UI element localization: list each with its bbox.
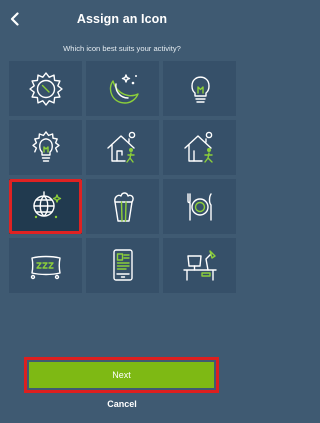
- desk-lamp-icon: [182, 249, 217, 281]
- icon-tile-disco-ball[interactable]: [9, 179, 82, 234]
- sun-icon: [28, 71, 63, 106]
- icon-tile-pillow[interactable]: [9, 238, 82, 293]
- plate-cutlery-icon: [186, 192, 212, 221]
- prompt-text: Which icon best suits your activity?: [63, 44, 181, 53]
- tablet-reading-icon: [112, 248, 133, 281]
- lightbulb-glowing-icon: [31, 130, 60, 162]
- disco-ball-icon: [32, 190, 61, 218]
- next-button-highlight: Next: [24, 357, 219, 393]
- icon-tile-popcorn[interactable]: [86, 179, 159, 234]
- icon-tile-house-arrive[interactable]: [86, 120, 159, 175]
- icon-tile-plate[interactable]: [163, 179, 236, 234]
- icon-tile-tablet[interactable]: [86, 238, 159, 293]
- moon-stars-icon: [109, 73, 139, 104]
- icon-tile-lightbulb[interactable]: [163, 61, 236, 116]
- page-title: Assign an Icon: [76, 12, 168, 26]
- icon-tile-desk[interactable]: [163, 238, 236, 293]
- house-arrive-icon: [106, 131, 135, 163]
- icon-tile-lightbulb-glow[interactable]: [9, 120, 82, 175]
- header: Assign an Icon: [0, 0, 244, 40]
- house-leave-icon: [183, 131, 213, 163]
- icon-tile-sun[interactable]: [9, 61, 82, 116]
- popcorn-icon: [113, 191, 134, 222]
- icon-grid: [9, 61, 236, 293]
- icon-tile-moon[interactable]: [86, 61, 159, 116]
- pillow-sleep-icon: [30, 255, 61, 279]
- icon-tile-house-leave[interactable]: [163, 120, 236, 175]
- lightbulb-icon: [190, 75, 210, 103]
- cancel-button[interactable]: Cancel: [0, 399, 244, 409]
- next-button[interactable]: Next: [29, 362, 214, 388]
